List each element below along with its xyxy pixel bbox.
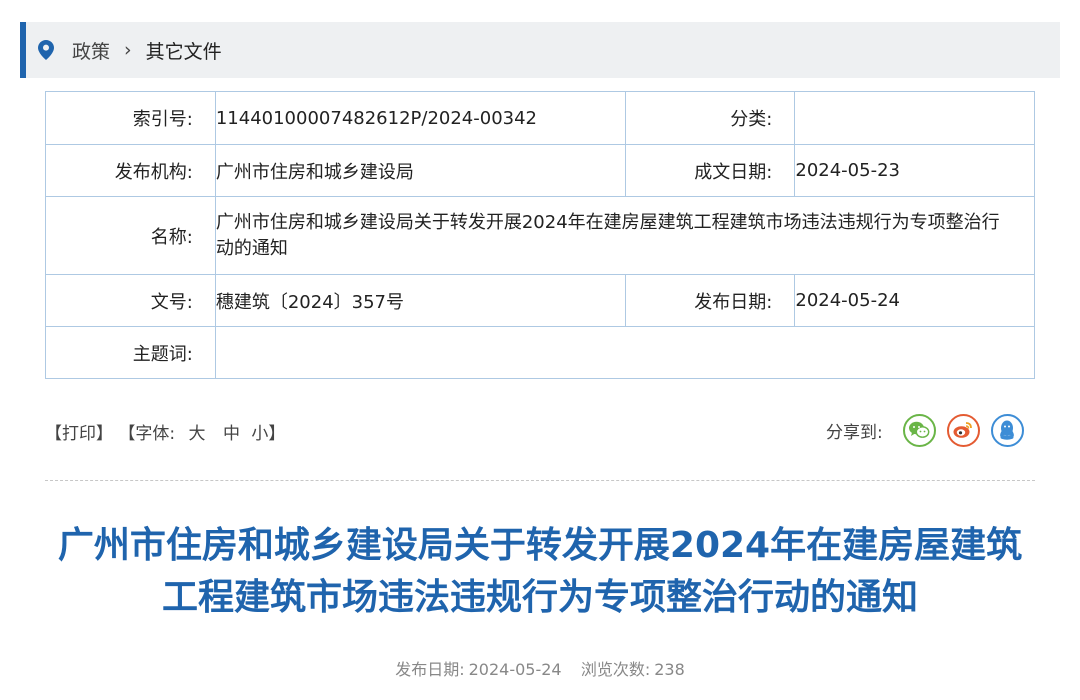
- publish-date-label: 发布日期:: [395, 660, 465, 679]
- category-label: 分类:: [624, 91, 796, 145]
- breadcrumb-item-policy[interactable]: 政策: [72, 37, 110, 64]
- breadcrumb-item-other-files[interactable]: 其它文件: [146, 37, 222, 64]
- article-tools: 【打印】 【字体: 大 中 小】: [45, 419, 285, 444]
- weibo-icon[interactable]: [946, 413, 980, 447]
- share-label: 分享到:: [826, 422, 883, 443]
- index-label: 索引号:: [45, 91, 216, 145]
- publisher-value: 广州市住房和城乡建设局: [214, 144, 626, 197]
- release-date-value: 2024-05-24: [794, 274, 1035, 327]
- font-large-link[interactable]: 大: [189, 424, 206, 444]
- written-date-value: 2024-05-23: [794, 144, 1035, 197]
- release-date-label: 发布日期:: [624, 274, 796, 327]
- publish-date-value: 2024-05-24: [468, 660, 562, 679]
- font-small-link[interactable]: 小】: [251, 424, 285, 444]
- doc-number-label: 文号:: [45, 274, 216, 327]
- subject-value: [214, 326, 1036, 379]
- publisher-label: 发布机构:: [45, 144, 216, 197]
- index-value: 11440100007482612P/2024-00342: [214, 91, 626, 145]
- subject-label: 主题词:: [45, 326, 216, 379]
- font-size-label: 【字体:: [118, 424, 176, 444]
- location-pin-icon: [38, 40, 54, 60]
- article-meta: 发布日期: 2024-05-24 浏览次数: 238: [0, 656, 1080, 680]
- divider: [45, 480, 1035, 481]
- view-count-value: 238: [654, 660, 685, 679]
- print-link[interactable]: 【打印】: [45, 424, 113, 444]
- document-info-table: 索引号: 11440100007482612P/2024-00342 分类: 发…: [45, 91, 1036, 379]
- written-date-label: 成文日期:: [624, 144, 796, 197]
- name-label: 名称:: [45, 196, 216, 275]
- doc-number-value: 穗建筑〔2024〕357号: [214, 274, 626, 327]
- font-medium-link[interactable]: 中: [223, 424, 240, 444]
- name-value: 广州市住房和城乡建设局关于转发开展2024年在建房屋建筑工程建筑市场违法违规行为…: [214, 196, 1036, 275]
- breadcrumb: 政策 › 其它文件: [20, 22, 1060, 78]
- chevron-right-icon: ›: [124, 39, 132, 61]
- category-value: [794, 91, 1035, 145]
- wechat-icon[interactable]: [902, 413, 936, 447]
- share-bar: 分享到:: [826, 412, 1035, 448]
- article-title: 广州市住房和城乡建设局关于转发开展2024年在建房屋建筑工程建筑市场违法违规行为…: [57, 525, 1023, 618]
- view-count-label: 浏览次数:: [580, 660, 651, 679]
- qq-icon[interactable]: [990, 413, 1024, 447]
